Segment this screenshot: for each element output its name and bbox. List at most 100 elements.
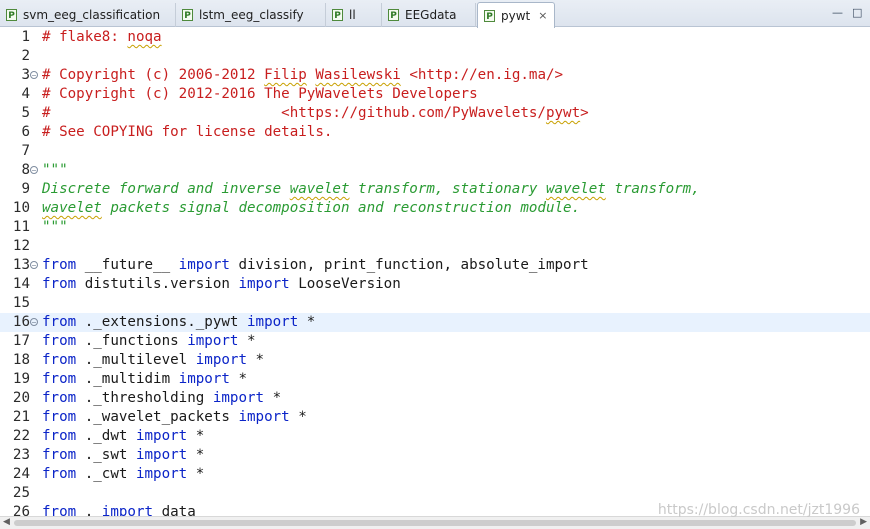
code-token: import	[101, 504, 154, 516]
code-token: data	[153, 504, 196, 516]
code-line[interactable]: 22 from ._dwt import *	[0, 427, 870, 446]
code-text: from ._multidim import *	[42, 370, 247, 389]
code-token: from	[42, 352, 77, 368]
code-text: """	[42, 218, 68, 237]
code-text: from ._cwt import *	[42, 465, 204, 484]
code-line[interactable]: 23 from ._swt import *	[0, 446, 870, 465]
maximize-icon[interactable]: □	[852, 6, 862, 19]
code-token: transform, stationary	[349, 181, 546, 197]
code-line[interactable]: 19 from ._multidim import *	[0, 370, 870, 389]
code-line[interactable]: 18 from ._multilevel import *	[0, 351, 870, 370]
code-token: from	[42, 333, 77, 349]
code-token: transform,	[605, 181, 700, 197]
line-number: 4	[21, 86, 30, 102]
code-token: from	[42, 428, 77, 444]
code-token: import	[135, 466, 188, 482]
code-token: ._dwt	[76, 428, 136, 444]
scroll-right-icon[interactable]: ▶	[860, 517, 867, 527]
code-line[interactable]: 4 # Copyright (c) 2012-2016 The PyWavelet…	[0, 85, 870, 104]
code-line[interactable]: 6 # See COPYING for license details.	[0, 123, 870, 142]
code-line[interactable]: 17 from ._functions import *	[0, 332, 870, 351]
tab-svm-eeg-classification[interactable]: P svm_eeg_classification	[0, 3, 176, 27]
code-line[interactable]: 21 from ._wavelet_packets import *	[0, 408, 870, 427]
code-token: pywt	[545, 105, 581, 121]
code-line[interactable]: 3− # Copyright (c) 2006-2012 Filip Wasile…	[0, 66, 870, 85]
code-text: # See COPYING for license details.	[42, 123, 332, 142]
fold-collapse-icon[interactable]: −	[30, 166, 38, 175]
scroll-left-icon[interactable]: ◀	[3, 517, 10, 527]
code-line[interactable]: 11 """	[0, 218, 870, 237]
code-token: ._extensions._pywt	[76, 314, 248, 330]
tab-pywt[interactable]: P pywt ×	[477, 2, 555, 28]
line-number: 12	[12, 238, 30, 254]
code-token: import	[178, 257, 230, 273]
code-token: .	[76, 504, 102, 516]
code-line[interactable]: 9 Discrete forward and inverse wavelet tr…	[0, 180, 870, 199]
code-token: ._multilevel	[76, 352, 196, 368]
code-line[interactable]: 12	[0, 237, 870, 256]
line-number: 25	[12, 485, 30, 501]
code-token: __future__	[76, 257, 179, 273]
code-line[interactable]: 14 from distutils.version import LooseVer…	[0, 275, 870, 294]
code-line[interactable]: 24 from ._cwt import *	[0, 465, 870, 484]
line-number: 1	[21, 29, 30, 45]
line-number: 11	[12, 219, 30, 235]
code-line[interactable]: 15	[0, 294, 870, 313]
code-line[interactable]: 2	[0, 47, 870, 66]
python-file-icon: P	[388, 9, 399, 21]
code-line[interactable]: 10 wavelet packets signal decomposition a…	[0, 199, 870, 218]
python-file-icon: P	[332, 9, 343, 21]
tab-ll[interactable]: P ll	[326, 3, 382, 27]
code-text: from ._functions import *	[42, 332, 256, 351]
code-line[interactable]: 13− from __future__ import division, prin…	[0, 256, 870, 275]
code-line[interactable]: 20 from ._thresholding import *	[0, 389, 870, 408]
scrollbar-thumb[interactable]	[14, 520, 856, 526]
fold-collapse-icon[interactable]: −	[30, 261, 38, 270]
code-text: from distutils.version import LooseVersi…	[42, 275, 401, 294]
code-token: import	[187, 333, 239, 349]
line-number: 2	[21, 48, 30, 64]
code-token: wavelet	[42, 200, 102, 216]
tab-lstm-eeg-classify[interactable]: P lstm_eeg_classify	[176, 3, 326, 27]
code-token: """	[42, 219, 68, 235]
code-token: import	[238, 409, 290, 425]
code-token: division, print_function, absolute_impor…	[229, 257, 589, 273]
code-token: import	[135, 447, 188, 463]
line-number: 3	[21, 67, 30, 83]
code-token: import	[195, 352, 248, 368]
line-number: 18	[12, 352, 30, 368]
python-file-icon: P	[484, 9, 495, 22]
line-number: 7	[21, 143, 30, 159]
code-text: from __future__ import division, print_f…	[42, 256, 589, 275]
line-number: 20	[12, 390, 30, 406]
code-line[interactable]: 1 # flake8: noqa	[0, 28, 870, 47]
minimize-icon[interactable]: —	[832, 6, 843, 19]
code-token: # Copyright (c) 2006-2012	[42, 67, 265, 83]
code-token: # flake8:	[42, 29, 128, 45]
code-line[interactable]: 8− """	[0, 161, 870, 180]
line-number: 24	[12, 466, 30, 482]
close-icon[interactable]: ×	[538, 9, 547, 22]
line-number: 15	[12, 295, 30, 311]
code-editor[interactable]: 1 # flake8: noqa 2 3− # Copyright (c) 2006-2…	[0, 28, 870, 516]
code-token: from	[42, 371, 77, 387]
code-text: # <https://github.com/PyWavelets/pywt>	[42, 104, 589, 123]
code-text: from ._multilevel import *	[42, 351, 264, 370]
code-line[interactable]: 25	[0, 484, 870, 503]
code-token: ._functions	[76, 333, 188, 349]
code-line[interactable]: 7	[0, 142, 870, 161]
code-token: import	[178, 371, 230, 387]
code-token: ._thresholding	[76, 390, 213, 406]
code-line[interactable]: 5 # <https://github.com/PyWavelets/pywt>	[0, 104, 870, 123]
fold-collapse-icon[interactable]: −	[30, 318, 38, 327]
fold-collapse-icon[interactable]: −	[30, 71, 38, 80]
code-token: ._wavelet_packets	[76, 409, 239, 425]
line-number: 21	[12, 409, 30, 425]
watermark: https://blog.csdn.net/jzt1996	[657, 502, 860, 518]
code-token: *	[187, 447, 205, 463]
code-text: from ._extensions._pywt import *	[42, 313, 315, 332]
tab-eegdata[interactable]: P EEGdata	[382, 3, 476, 27]
code-token: *	[247, 352, 265, 368]
code-token: ._swt	[76, 447, 136, 463]
code-line[interactable]: 16− from ._extensions._pywt import *	[0, 313, 870, 332]
